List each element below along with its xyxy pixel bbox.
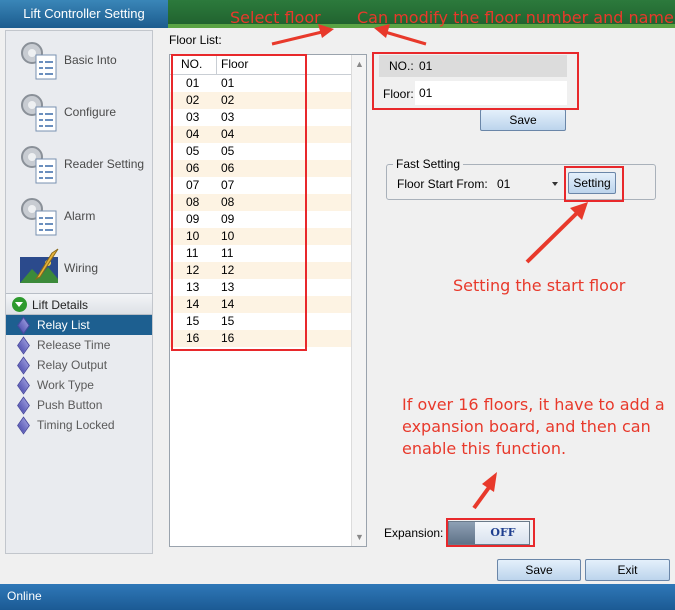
annotation-arrows [271, 24, 588, 510]
